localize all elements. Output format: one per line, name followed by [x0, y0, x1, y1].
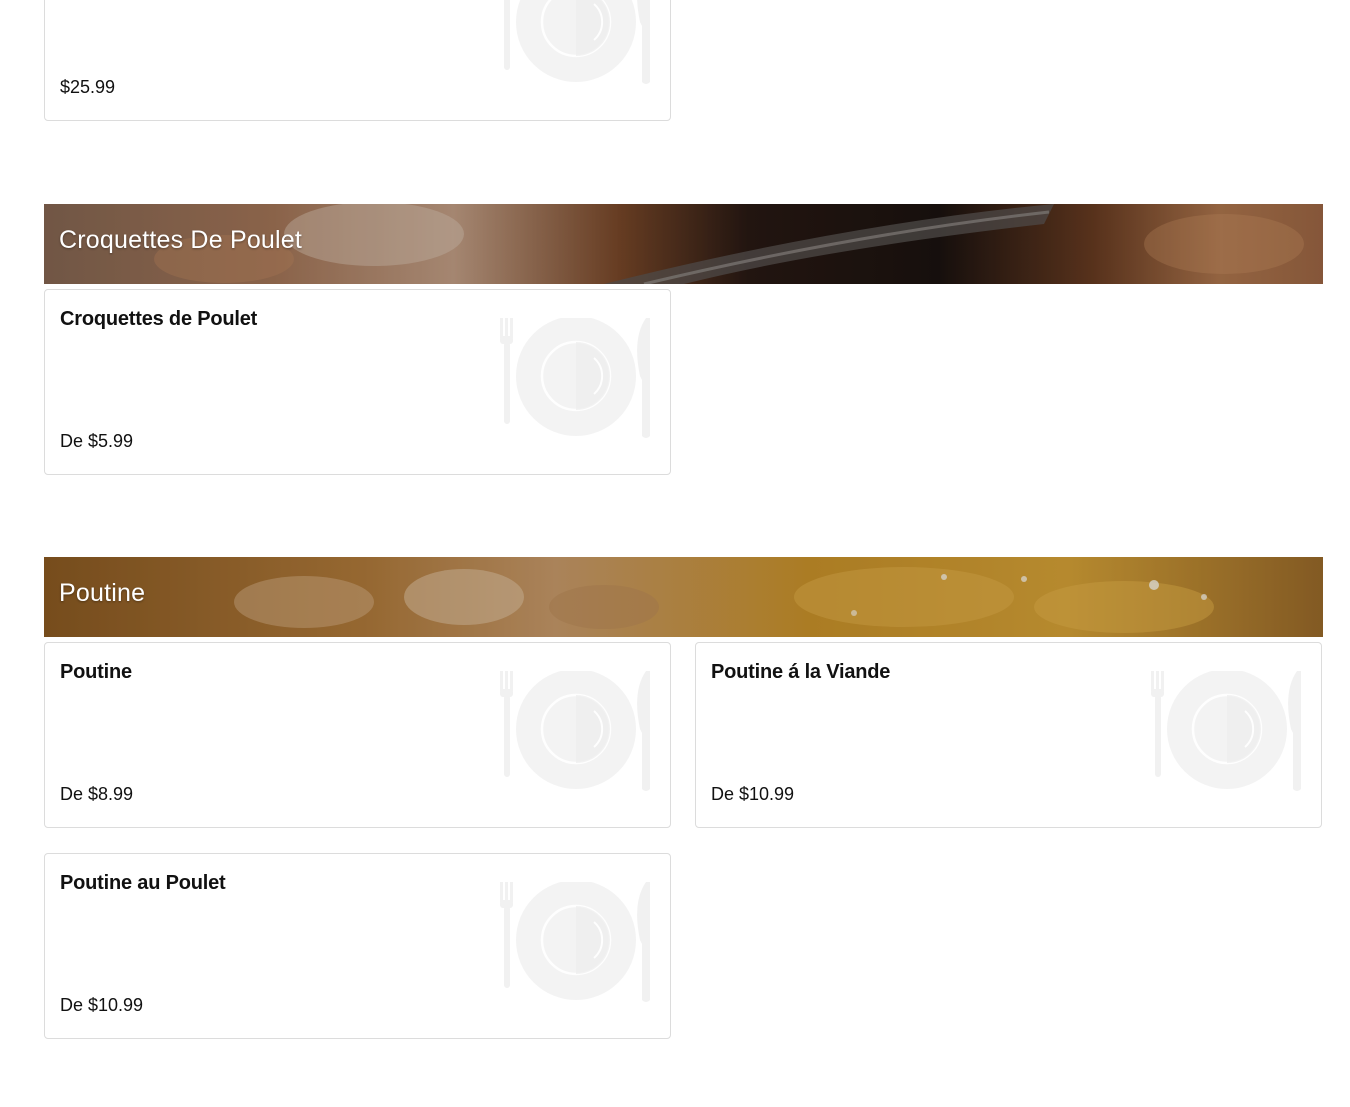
menu-item-card[interactable]: Croquettes de Poulet De $5.99: [44, 289, 671, 475]
plate-icon: [498, 0, 652, 86]
menu-item-card[interactable]: Poutine au Poulet De $10.99: [44, 853, 671, 1039]
item-name: Poutine: [60, 661, 132, 683]
item-price: De $10.99: [711, 784, 795, 804]
plate-icon: [1149, 671, 1303, 793]
plate-icon: [498, 318, 652, 440]
item-price: $25.99: [60, 77, 116, 97]
banner-food-image: [44, 557, 1323, 637]
category-banner: Poutine: [44, 557, 1323, 637]
item-name: Croquettes de Poulet: [60, 308, 258, 330]
category-title: Croquettes De Poulet: [59, 226, 303, 254]
menu-item-card[interactable]: Poutine De $8.99: [44, 642, 671, 828]
item-price: De $5.99: [60, 431, 134, 451]
item-price: De $8.99: [60, 784, 134, 804]
category-title: Poutine: [59, 579, 146, 607]
item-price: De $10.99: [60, 995, 144, 1015]
menu-item-card[interactable]: Poutine á la Viande De $10.99: [695, 642, 1322, 828]
item-name: Poutine au Poulet: [60, 872, 226, 894]
plate-icon: [498, 671, 652, 793]
plate-icon: [498, 882, 652, 1004]
item-name: Poutine á la Viande: [711, 661, 891, 683]
category-banner: Croquettes De Poulet: [44, 204, 1323, 284]
menu-item-card[interactable]: $25.99: [44, 0, 671, 121]
